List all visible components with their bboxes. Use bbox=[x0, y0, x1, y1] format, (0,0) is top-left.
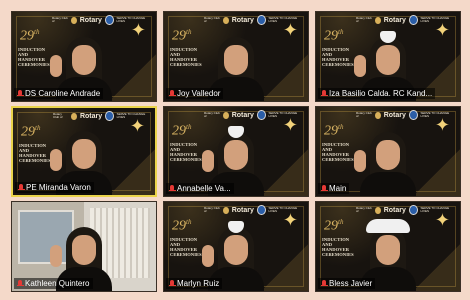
video-tile-caroline-andrade[interactable]: Rotary Club of Rotary SERVE TO CHANGE LI… bbox=[11, 11, 157, 102]
rotary-logo-text: Rotary bbox=[383, 111, 406, 119]
rotary-wheel-icon bbox=[71, 112, 77, 120]
rotary-wheel-icon bbox=[222, 111, 229, 119]
rotary-wheel-icon bbox=[70, 16, 77, 24]
sparkle-icon: ✦ bbox=[434, 115, 450, 135]
ceremony-title: INDUCTION AND HANDOVER CEREMONIES bbox=[322, 237, 354, 257]
club-label: Rotary Club of bbox=[356, 206, 372, 213]
sparkle-icon: ✦ bbox=[282, 20, 298, 40]
participant-nametag: Bless Javier bbox=[318, 278, 376, 289]
participant-name: Main bbox=[329, 184, 347, 193]
video-tile-miranda-varon[interactable]: Rotary Club of Rotary SERVE TO CHANGE LI… bbox=[11, 106, 157, 197]
club-label: Rotary Club of bbox=[204, 206, 220, 213]
muted-mic-icon bbox=[320, 279, 328, 288]
video-tile-bless-javier[interactable]: Rotary Club of Rotary SERVE TO CHANGE LI… bbox=[315, 201, 461, 292]
sparkle-icon: ✦ bbox=[434, 210, 450, 230]
sparkle-icon: ✦ bbox=[129, 116, 145, 136]
club-label: Rotary Club of bbox=[204, 16, 220, 23]
rotary-wheel-icon bbox=[222, 16, 229, 24]
club-label: Rotary Club of bbox=[53, 112, 63, 119]
rotary-logo-text: Rotary bbox=[383, 206, 406, 214]
anniversary-number: 29th bbox=[20, 28, 40, 44]
participant-name: DS Caroline Andrade bbox=[25, 89, 101, 98]
participant-name: Annabelle Va... bbox=[177, 184, 231, 193]
theme-badge-icon bbox=[408, 205, 418, 215]
rotary-wheel-icon bbox=[374, 16, 381, 24]
anniversary-number: 29th bbox=[324, 218, 344, 234]
participant-name: Iza Basilio Calda. RC Kand... bbox=[329, 89, 433, 98]
theme-badge-icon bbox=[105, 111, 114, 121]
anniversary-number: 29th bbox=[324, 123, 344, 139]
rotary-logo-text: Rotary bbox=[231, 111, 254, 119]
participant-nametag: Marlyn Ruiz bbox=[166, 278, 223, 289]
participant-video bbox=[354, 128, 420, 196]
sparkle-icon: ✦ bbox=[434, 20, 450, 40]
video-tile-main[interactable]: Rotary Club of Rotary SERVE TO CHANGE LI… bbox=[315, 106, 461, 197]
muted-mic-icon bbox=[168, 279, 176, 288]
video-tile-kathleen-quintero[interactable]: Kathleen Quintero bbox=[11, 201, 157, 292]
participant-nametag: Main bbox=[318, 183, 350, 194]
participant-nametag: DS Caroline Andrade bbox=[14, 88, 104, 99]
rotary-logo-text: Rotary bbox=[79, 112, 103, 120]
ceremony-title: INDUCTION AND HANDOVER CEREMONIES bbox=[170, 47, 202, 67]
video-tile-marlyn-ruiz[interactable]: Rotary Club of Rotary SERVE TO CHANGE LI… bbox=[163, 201, 309, 292]
anniversary-number: 29th bbox=[172, 218, 192, 234]
sparkle-icon: ✦ bbox=[130, 20, 146, 40]
rotary-logo-text: Rotary bbox=[231, 16, 254, 24]
rotary-logo-text: Rotary bbox=[383, 16, 406, 24]
sparkle-icon: ✦ bbox=[282, 115, 298, 135]
participant-name: Kathleen Quintero bbox=[25, 279, 90, 288]
anniversary-number: 29th bbox=[21, 124, 41, 140]
participant-nametag: Kathleen Quintero bbox=[14, 278, 93, 289]
muted-mic-icon bbox=[16, 89, 24, 98]
theme-badge-icon bbox=[408, 15, 418, 25]
theme-badge-icon bbox=[408, 110, 418, 120]
rotary-wheel-icon bbox=[374, 111, 381, 119]
theme-badge-icon bbox=[256, 15, 266, 25]
participant-name: Marlyn Ruiz bbox=[177, 279, 220, 288]
participant-nametag: Iza Basilio Calda. RC Kand... bbox=[318, 88, 436, 99]
club-label: Rotary Club of bbox=[52, 16, 68, 23]
video-tile-iza-basilio-calda[interactable]: Rotary Club of Rotary SERVE TO CHANGE LI… bbox=[315, 11, 461, 102]
video-tile-annabelle[interactable]: Rotary Club of Rotary SERVE TO CHANGE LI… bbox=[163, 106, 309, 197]
theme-badge-icon bbox=[256, 205, 266, 215]
muted-mic-icon bbox=[320, 184, 328, 193]
muted-mic-icon bbox=[320, 89, 328, 98]
participant-nametag: Joy Valledor bbox=[166, 88, 224, 99]
rotary-logo-text: Rotary bbox=[231, 206, 254, 214]
rotary-logo-text: Rotary bbox=[79, 16, 102, 24]
participant-name: Bless Javier bbox=[329, 279, 373, 288]
anniversary-number: 29th bbox=[324, 28, 344, 44]
participant-nametag: Annabelle Va... bbox=[166, 183, 234, 194]
video-tile-joy-valledor[interactable]: Rotary Club of Rotary SERVE TO CHANGE LI… bbox=[163, 11, 309, 102]
club-label: Rotary Club of bbox=[204, 111, 220, 118]
rotary-wheel-icon bbox=[222, 206, 229, 214]
muted-mic-icon bbox=[16, 279, 24, 288]
participant-nametag: PE Miranda Varon bbox=[15, 182, 94, 193]
anniversary-number: 29th bbox=[172, 28, 192, 44]
rotary-wheel-icon bbox=[374, 206, 381, 214]
club-label: Rotary Club of bbox=[356, 16, 372, 23]
participant-name: PE Miranda Varon bbox=[26, 183, 91, 192]
video-grid: Rotary Club of Rotary SERVE TO CHANGE LI… bbox=[11, 11, 461, 292]
club-label: Rotary Club of bbox=[356, 111, 372, 118]
theme-badge-icon bbox=[256, 110, 266, 120]
participant-name: Joy Valledor bbox=[177, 89, 221, 98]
sparkle-icon: ✦ bbox=[282, 210, 298, 230]
muted-mic-icon bbox=[17, 183, 25, 192]
anniversary-number: 29th bbox=[172, 123, 192, 139]
theme-badge-icon bbox=[104, 15, 114, 25]
muted-mic-icon bbox=[168, 184, 176, 193]
muted-mic-icon bbox=[168, 89, 176, 98]
